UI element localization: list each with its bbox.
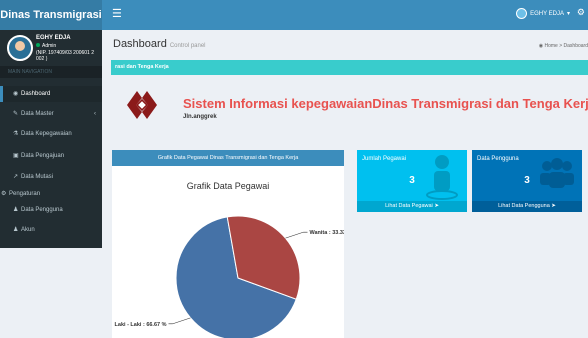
dashboard-icon: ◉ — [538, 43, 544, 49]
pie-leader-line — [285, 231, 308, 239]
navbar: ☰ EGHY EDJA ▾ ⚙ — [102, 0, 588, 30]
user-menu-label: EGHY EDJA — [530, 10, 564, 17]
page-subtitle: Control panel — [169, 43, 206, 49]
sidebar-item-data-kepegawaian[interactable]: ⚗ Data Kepegawaian — [0, 126, 102, 142]
dashboard-icon: ◉ — [13, 91, 19, 97]
gear-icon: ⚙ — [1, 191, 7, 197]
chevron-down-icon: ▾ — [566, 11, 570, 17]
users-icon: ♟ — [13, 207, 19, 213]
sidebar-empty-area — [0, 248, 102, 338]
card-footer-link[interactable]: Lihat Data Pegawai ➤ — [357, 201, 467, 212]
system-title: Sistem Informasi kepegawaianDinas Transm… — [183, 96, 588, 111]
breadcrumb-home[interactable]: Home — [544, 43, 557, 49]
card-footer-link[interactable]: Lihat Data Pengguna ➤ — [472, 201, 582, 212]
online-dot-icon — [36, 43, 40, 47]
pie-leader-line — [168, 317, 191, 325]
card-label: Jumlah Pegawai — [362, 156, 407, 162]
address: Jln.anggrek — [183, 114, 217, 120]
pie-data-label: Wanita : 33.33 % — [309, 230, 344, 236]
edit-icon: ✎ — [13, 111, 19, 117]
institution-logo-icon — [127, 91, 157, 119]
content-header: Dashboard Control panel ◉ Home > Dashboar… — [102, 30, 588, 56]
chart-line-icon: ↗ — [13, 174, 19, 180]
card-value: 3 — [409, 175, 415, 186]
card-data-pengguna: Data Pengguna 3 Lihat Data Pengguna ➤ — [472, 150, 582, 212]
sidebar-item-data-master[interactable]: ✎ Data Master ‹ — [0, 106, 102, 122]
avatar — [516, 8, 528, 19]
pie-chart: Laki - Laki : 66.67 % Wanita : 33.33 % — [115, 215, 344, 338]
menu-header: MAIN NAVIGATION — [0, 66, 102, 78]
avatar — [7, 35, 33, 61]
sidebar-item-pengaturan[interactable]: ⚙ Pengaturan — [0, 186, 102, 202]
card-jumlah-pegawai: Jumlah Pegawai 3 Lihat Data Pegawai ➤ — [357, 150, 467, 212]
app-logo[interactable]: Dinas Transmigrasi — [0, 0, 102, 30]
breadcrumb-separator: > — [559, 43, 563, 49]
user-name: EGHY EDJA — [36, 35, 71, 41]
welcome-bar: rasi dan Tenga Kerja — [111, 60, 588, 75]
sidebar-item-data-pengajuan[interactable]: ▣ Data Pengajuan — [0, 148, 102, 164]
pie-data-label: Laki - Laki : 66.67 % — [115, 322, 167, 328]
user-panel: EGHY EDJA Admin (NIP. 197409/03 200601 2… — [0, 30, 102, 66]
top-header: Dinas Transmigrasi ☰ EGHY EDJA ▾ ⚙ — [0, 0, 588, 30]
user-nip: (NIP. 197409/03 200601 2 002 ) — [36, 50, 95, 62]
card-value: 3 — [524, 175, 530, 186]
user-menu[interactable]: EGHY EDJA ▾ — [516, 8, 570, 19]
id-card-icon: ▣ — [13, 153, 19, 159]
arrow-circle-right-icon: ➤ — [551, 203, 556, 209]
user-role: Admin — [36, 43, 56, 49]
page-title: Dashboard Control panel — [113, 38, 206, 50]
breadcrumb: ◉ Home > Dashboard — [539, 43, 588, 49]
chevron-left-icon: ‹ — [94, 111, 96, 117]
breadcrumb-current: Dashboard — [563, 43, 588, 49]
sidebar-item-akun[interactable]: ♟ Akun — [0, 222, 102, 238]
user-icon: ♟ — [13, 227, 19, 233]
arrow-circle-right-icon: ➤ — [434, 203, 439, 209]
sidebar-item-data-pengguna[interactable]: ♟ Data Pengguna — [0, 202, 102, 218]
card-label: Data Pengguna — [477, 156, 519, 162]
system-header: Sistem Informasi kepegawaianDinas Transm… — [125, 88, 588, 128]
sidebar: EGHY EDJA Admin (NIP. 197409/03 200601 2… — [0, 30, 102, 338]
sidebar-item-dashboard[interactable]: ◉ Dashboard — [0, 86, 102, 102]
sidebar-item-data-mutasi[interactable]: ↗ Data Mutasi — [0, 169, 102, 185]
hamburger-icon[interactable]: ☰ — [112, 7, 122, 20]
chart-panel: Grafik Data Pegawai Dinas Transmigrasi d… — [112, 150, 344, 338]
gear-icon[interactable]: ⚙ — [577, 7, 585, 18]
person-icon: ⚗ — [13, 131, 19, 137]
